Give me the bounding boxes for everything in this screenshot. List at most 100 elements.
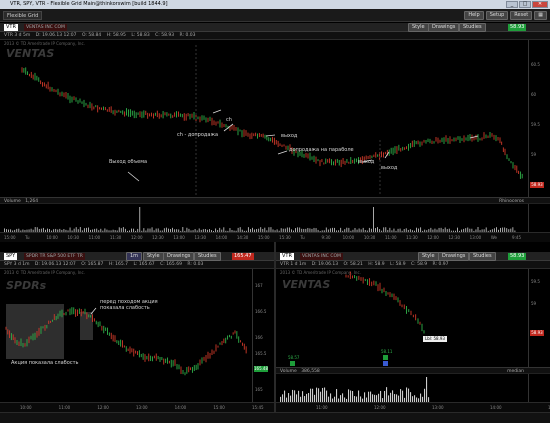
bl-period: SPY 3 d 1m <box>4 262 30 267</box>
volume-bar <box>324 387 326 402</box>
bl-y-tick: 166.5 <box>255 309 267 314</box>
br-candles <box>345 271 425 334</box>
setup-button[interactable]: Setup <box>485 11 509 20</box>
br-price-axis[interactable]: 59.5 59 58.93 <box>528 269 550 367</box>
bl-y-tick: 166 <box>255 335 263 340</box>
x-tick: 10:00 <box>20 405 32 410</box>
volume-bar <box>336 389 338 402</box>
top-drawings-button[interactable]: Drawings <box>428 23 460 32</box>
top-volume-bars <box>4 207 516 232</box>
x-tick: 9:45 <box>512 235 521 240</box>
volume-bar <box>368 391 370 402</box>
top-open: O: 58.84 <box>81 33 102 38</box>
bl-price-chart[interactable]: 2013 © TD Ameritrade IP Company, Inc. SP… <box>0 269 252 402</box>
x-tick: 12:00 <box>374 405 386 410</box>
top-price-chart[interactable]: 2013 © TD Ameritrade IP Company, Inc. VE… <box>0 40 528 197</box>
grid-layout-icon[interactable]: ▦ <box>534 11 547 20</box>
flexible-grid-tab[interactable]: Flexible Grid <box>3 11 43 20</box>
volume-bar <box>394 394 396 402</box>
bl-candles <box>5 307 247 376</box>
bl-last-price: 165.47 <box>232 253 254 260</box>
br-price-chart[interactable]: 2013 © TD Ameritrade IP Company, Inc. VE… <box>276 269 528 367</box>
br-last-price: 58.93 <box>508 253 527 260</box>
volume-bar <box>348 389 350 402</box>
close-button[interactable]: ✕ <box>532 1 548 8</box>
br-volume-chart[interactable] <box>276 374 528 402</box>
x-tick: 11:30 <box>109 235 122 240</box>
bl-time-axis[interactable]: 10:00 11:00 12:00 13:00 14:00 15:00 15:45 <box>0 402 274 412</box>
bl-low: L: 165.67 <box>133 262 155 267</box>
help-button[interactable]: Help <box>464 11 484 20</box>
top-volume-chart[interactable] <box>0 204 528 232</box>
volume-bar <box>358 390 360 402</box>
minimize-button[interactable]: _ <box>506 1 518 8</box>
reset-button[interactable]: Reset <box>510 11 533 20</box>
top-volume-header: Volume 1,264 Rhinoceros <box>0 197 550 204</box>
top-date: D: 19.06.13 12:07 <box>35 33 77 38</box>
br-style-button[interactable]: Style <box>418 252 439 261</box>
top-last-price: 58.93 <box>508 24 527 31</box>
top-time-axis[interactable]: 15:00 Tu 10:00 10:30 11:00 11:30 12:00 12:30 13:… <box>0 232 550 242</box>
volume-bar <box>296 394 298 402</box>
top-style-button[interactable]: Style <box>408 23 429 32</box>
top-symbol-field[interactable]: VTR <box>4 24 18 31</box>
maximize-button[interactable]: □ <box>519 1 531 8</box>
x-tick: Tu <box>300 235 305 240</box>
x-tick: 12:30 <box>448 235 461 240</box>
bl-change: R: 0.03 <box>187 262 204 267</box>
x-tick: 14:00 <box>490 405 502 410</box>
top-volume-axis <box>528 204 550 232</box>
volume-bar <box>298 390 300 402</box>
bl-high: H: 165.7 <box>108 262 129 267</box>
bl-studies-button[interactable]: Studies <box>194 252 221 261</box>
bl-panel-header: SPY SPDR TR S&P 500 ETF TR 1m Style Draw… <box>0 252 274 261</box>
top-annotation-volume-exit: Выход объема <box>109 159 148 165</box>
volume-bar <box>420 393 422 402</box>
bl-drawings-button[interactable]: Drawings <box>163 252 195 261</box>
x-tick: 11:00 <box>88 235 101 240</box>
volume-bar <box>392 390 394 402</box>
volume-bar <box>402 390 404 402</box>
bl-price-axis[interactable]: 167 166.5 166 165.5 165.48 165 <box>252 269 274 402</box>
volume-bar <box>320 391 322 402</box>
top-price-axis[interactable]: 60.5 60 59.5 59 58.93 <box>528 40 550 197</box>
br-period: VTR 1 d 1m <box>280 262 307 267</box>
volume-bar <box>316 387 318 402</box>
bl-aggregation-button[interactable]: 1m <box>126 252 143 261</box>
volume-bar <box>342 393 344 402</box>
top-annotation-exit-2: выход <box>358 159 375 165</box>
x-tick: 10:30 <box>67 235 80 240</box>
x-tick: 12:30 <box>152 235 164 240</box>
volume-bar <box>380 390 382 402</box>
top-studies-button[interactable]: Studies <box>459 23 486 32</box>
volume-bar <box>384 390 386 402</box>
top-candles <box>21 45 523 195</box>
window-title-bar: VTR, SPY, VTR - Flexible Grid Main@think… <box>0 0 550 9</box>
top-low: L: 58.83 <box>131 33 150 38</box>
x-tick: 9:30 <box>321 235 331 240</box>
br-volume-header: Volume 386,558 median <box>276 367 550 374</box>
top-annotation-ch-sell: ch - допродажа <box>177 132 219 138</box>
br-symbol-field[interactable]: VTR <box>280 253 294 260</box>
volume-bar <box>288 393 290 402</box>
bl-y-tick: 167 <box>255 283 263 288</box>
top-period: VTR 3 d 5m <box>4 33 31 38</box>
bl-style-button[interactable]: Style <box>143 252 164 261</box>
bl-date: D: 19.06.13 12:07 <box>34 262 76 267</box>
volume-bar <box>314 394 316 402</box>
bl-symbol-field[interactable]: SPY <box>4 253 18 260</box>
x-tick: 12:00 <box>427 235 439 240</box>
bl-last-price-tag: 165.48 <box>254 366 268 372</box>
bl-open: O: 165.87 <box>81 262 104 267</box>
top-last-price-tag: 58.93 <box>530 182 544 188</box>
br-price-label: Lbl: 58.93 <box>423 336 447 342</box>
br-drawings-button[interactable]: Drawings <box>438 252 470 261</box>
br-time-axis[interactable]: 11:0012:0013:0014:0014:10 <box>276 402 550 412</box>
volume-bar <box>306 393 308 402</box>
x-tick: 10:00 <box>46 235 58 240</box>
top-panel-header: VTR VENTAS INC COM Style Drawings Studie… <box>0 23 550 32</box>
volume-bar <box>386 387 388 402</box>
x-tick: 15:30 <box>279 235 291 240</box>
br-y-tick: 59 <box>531 301 537 306</box>
br-studies-button[interactable]: Studies <box>469 252 496 261</box>
